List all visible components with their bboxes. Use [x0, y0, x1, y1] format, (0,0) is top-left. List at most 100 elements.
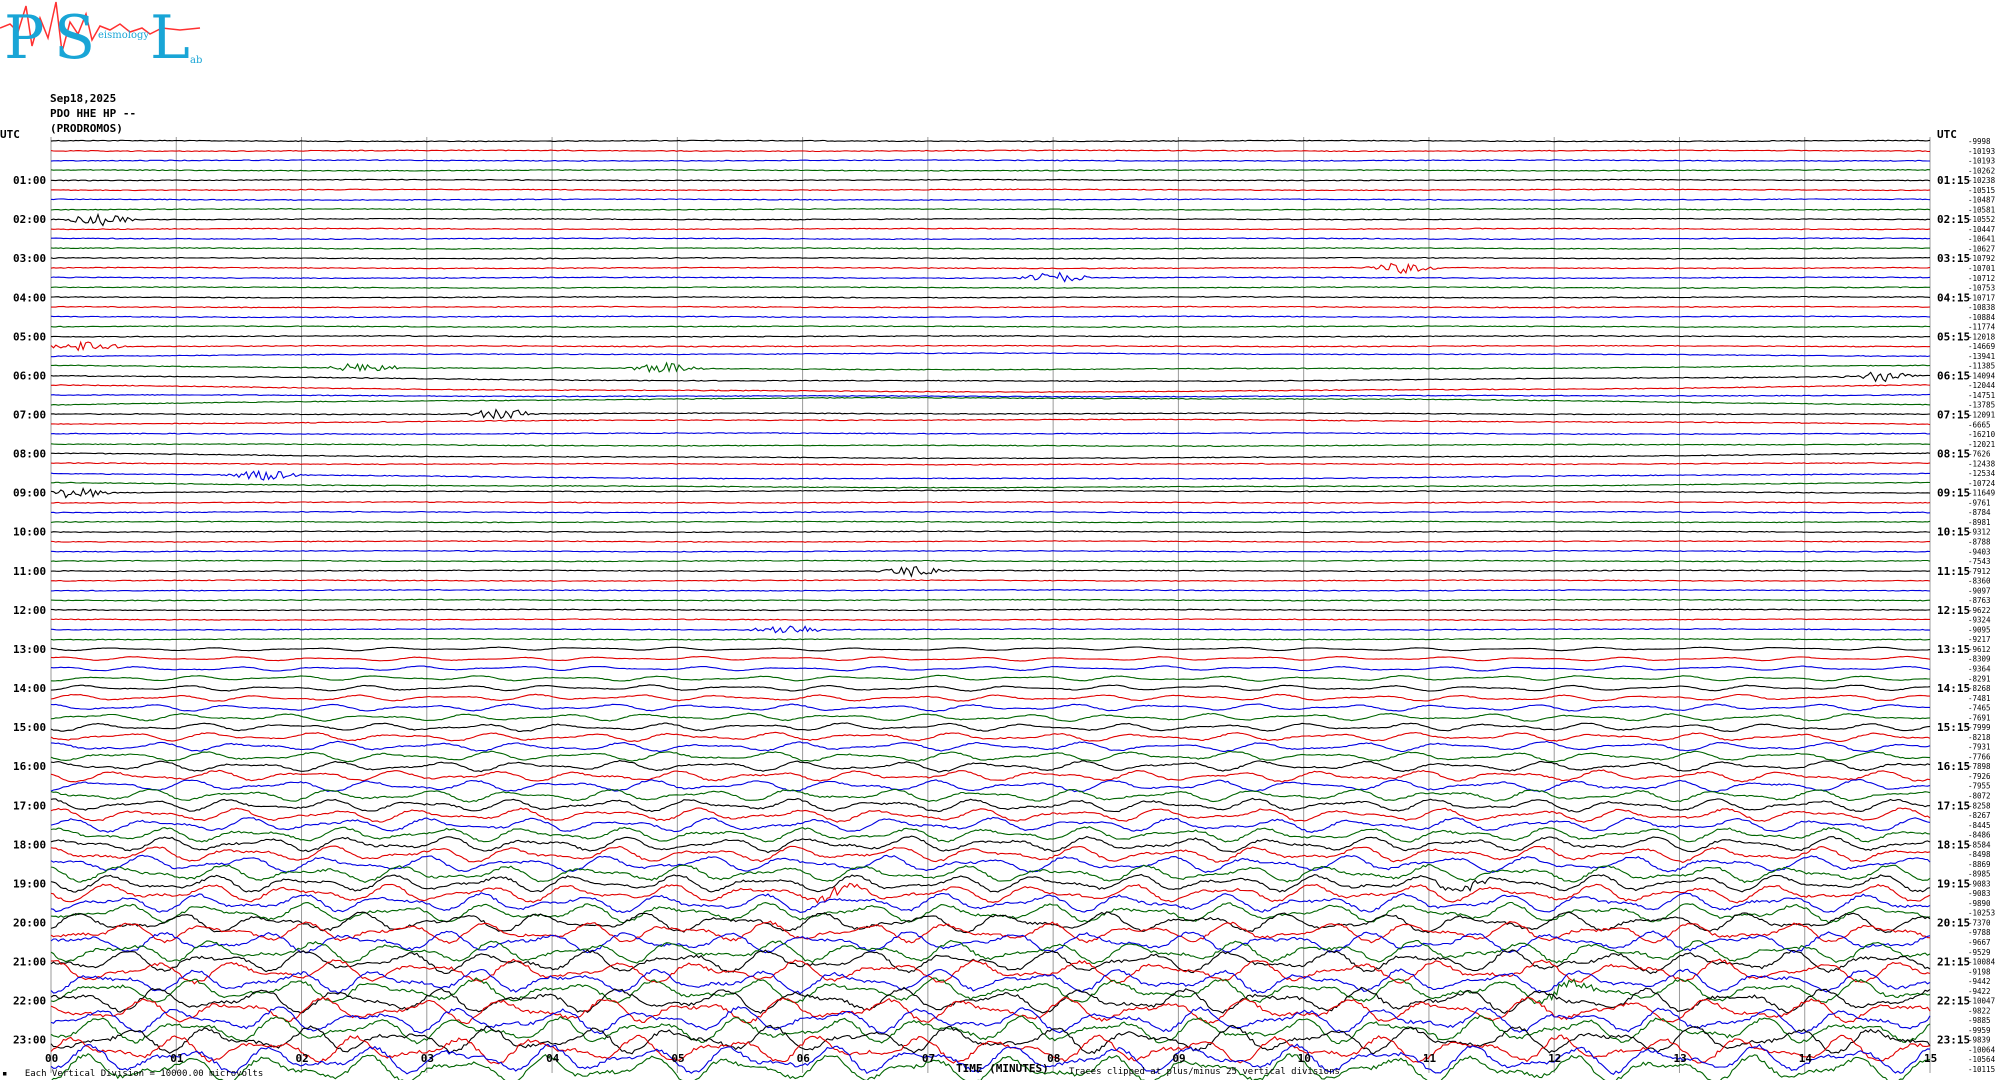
trace-offset-label: -9761 — [1968, 498, 1991, 507]
trace-offset-label: -9998 — [1968, 137, 1991, 146]
helicorder-chart: -9998-10193-10193-10262-10238-10515-1048… — [0, 128, 1996, 1080]
trace-offset-label: -13785 — [1968, 401, 1995, 410]
left-hour-label: 22:00 — [13, 995, 46, 1008]
right-hour-label: 20:15 — [1937, 916, 1970, 929]
logo-letter-l: L — [150, 3, 190, 73]
seismic-trace — [50, 665, 1931, 672]
logo-word-lab: ab — [190, 55, 203, 66]
seismic-trace — [50, 340, 1931, 352]
header-date: Sep18,2025 — [50, 92, 117, 105]
seismic-trace — [50, 315, 1931, 319]
seismic-trace — [50, 949, 1931, 975]
trace-offset-label: -14751 — [1968, 391, 1995, 400]
seismic-trace — [50, 178, 1931, 182]
trace-offset-label: -8268 — [1968, 684, 1991, 693]
trace-offset-label: -10193 — [1968, 147, 1995, 156]
seismic-trace — [51, 481, 1931, 489]
seismic-trace — [51, 352, 1931, 358]
trace-offset-label: -16210 — [1968, 430, 1996, 439]
seismic-trace — [50, 968, 1931, 995]
seismic-trace — [50, 227, 1931, 231]
right-hour-label: 21:15 — [1937, 956, 1970, 969]
trace-offset-label: -9083 — [1968, 889, 1991, 898]
trace-offset-label: -7898 — [1968, 762, 1991, 771]
trace-offset-label: -12438 — [1968, 459, 1996, 468]
trace-offset-label: -7766 — [1968, 752, 1991, 761]
trace-offset-label: -10238 — [1968, 176, 1996, 185]
trace-offset-label: -12021 — [1968, 440, 1995, 449]
trace-offset-label: -7999 — [1968, 723, 1991, 732]
left-hour-label: 08:00 — [13, 448, 46, 461]
trace-offset-label: -8072 — [1968, 791, 1991, 800]
seismic-trace — [50, 432, 1931, 436]
right-axis-label: UTC — [1937, 128, 1957, 141]
trace-offset-label: -10064 — [1968, 1045, 1996, 1054]
seismic-trace — [50, 835, 1931, 854]
trace-offset-label: -10193 — [1968, 157, 1995, 166]
right-hour-label: 23:15 — [1937, 1034, 1970, 1047]
seismic-trace — [50, 501, 1931, 504]
trace-offset-label: -12534 — [1968, 469, 1996, 478]
left-hour-label: 19:00 — [13, 877, 46, 890]
left-hour-label: 15:00 — [13, 721, 46, 734]
trace-offset-label: -8258 — [1968, 801, 1991, 810]
left-hour-label: 04:00 — [13, 291, 46, 304]
trace-offset-label: -7926 — [1968, 772, 1991, 781]
trace-offset-label: -13941 — [1968, 352, 1995, 361]
trace-offset-label: -10084 — [1968, 958, 1996, 967]
left-hour-label: 07:00 — [13, 409, 46, 422]
trace-offset-label: -9403 — [1968, 547, 1991, 556]
right-hour-label: 11:15 — [1937, 565, 1970, 578]
trace-offset-label: -10515 — [1968, 186, 1995, 195]
seismic-trace — [50, 549, 1931, 553]
seismic-trace — [50, 618, 1930, 621]
trace-offset-label: -9959 — [1968, 1026, 1991, 1035]
left-axis-label: UTC — [0, 128, 20, 141]
seismic-trace — [50, 608, 1931, 612]
seismic-trace — [50, 646, 1931, 652]
x-tick-label: 03 — [421, 1052, 434, 1065]
x-tick-label: 04 — [546, 1052, 560, 1065]
trace-offset-label: -10724 — [1968, 479, 1996, 488]
right-hour-label: 07:15 — [1937, 409, 1970, 422]
trace-offset-label: -10552 — [1968, 215, 1995, 224]
seismic-trace — [51, 237, 1931, 241]
trace-offset-label: -8985 — [1968, 870, 1991, 879]
seismic-trace — [50, 139, 1931, 143]
trace-offset-label: -8309 — [1968, 655, 1991, 664]
seismic-trace — [50, 325, 1931, 328]
trace-offset-label: -9364 — [1968, 664, 1991, 673]
seismic-trace — [50, 530, 1931, 534]
seismic-trace — [50, 565, 1931, 578]
seismic-trace — [50, 637, 1931, 641]
left-hour-label: 02:00 — [13, 213, 46, 226]
left-hour-label: 09:00 — [13, 487, 46, 500]
trace-offset-label: -11385 — [1968, 362, 1995, 371]
right-hour-label: 06:15 — [1937, 369, 1970, 382]
seismic-trace — [50, 198, 1931, 201]
trace-offset-label: -9822 — [1968, 1006, 1991, 1015]
seismic-trace — [50, 305, 1931, 309]
trace-offset-label: -8981 — [1968, 518, 1991, 527]
left-hour-label: 20:00 — [13, 916, 46, 929]
trace-offset-label: -12018 — [1968, 332, 1996, 341]
trace-offset-label: -10262 — [1968, 166, 1995, 175]
footer-vertical-division: ▪ Each Vertical Division = 10000.00 micr… — [2, 1069, 264, 1079]
right-hour-label: 01:15 — [1937, 174, 1970, 187]
trace-offset-label: -8486 — [1968, 831, 1991, 840]
right-hour-label: 19:15 — [1937, 877, 1970, 890]
right-hour-label: 08:15 — [1937, 448, 1970, 461]
x-tick-label: 07 — [922, 1052, 935, 1065]
left-hour-label: 16:00 — [13, 760, 46, 773]
trace-offset-label: -8291 — [1968, 674, 1991, 683]
right-hour-label: 02:15 — [1937, 213, 1970, 226]
trace-offset-label: -9095 — [1968, 625, 1991, 634]
trace-offset-label: -10487 — [1968, 196, 1995, 205]
trace-offset-label: -9083 — [1968, 879, 1991, 888]
trace-offset-label: -8267 — [1968, 811, 1991, 820]
trace-offset-label: -8584 — [1968, 840, 1991, 849]
trace-offset-label: -9667 — [1968, 938, 1991, 947]
seismic-trace — [50, 168, 1931, 172]
right-hour-label: 15:15 — [1937, 721, 1970, 734]
seismic-trace — [50, 212, 1931, 227]
